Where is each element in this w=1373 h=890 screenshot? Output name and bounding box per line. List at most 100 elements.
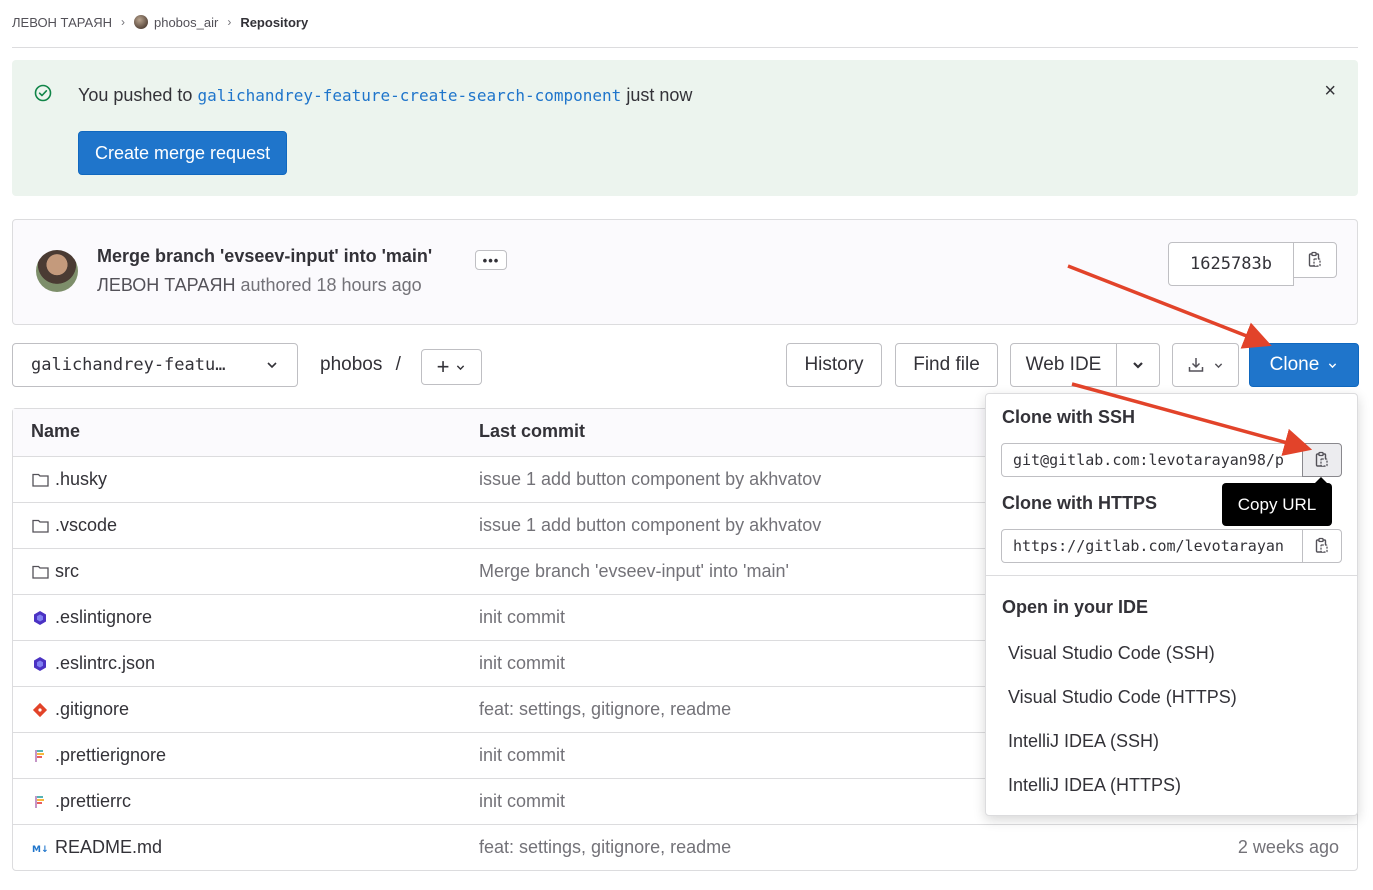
prettier-icon bbox=[31, 747, 49, 765]
folder-icon bbox=[31, 563, 49, 581]
project-avatar bbox=[133, 15, 148, 29]
last-commit-cell[interactable]: init commit bbox=[479, 607, 565, 628]
copy-icon bbox=[1315, 537, 1328, 553]
file-name[interactable]: .husky bbox=[55, 469, 107, 490]
chevron-down-icon bbox=[267, 362, 277, 369]
ide-item-intellij-ssh[interactable]: IntelliJ IDEA (SSH) bbox=[1008, 731, 1159, 752]
commit-author[interactable]: ЛЕВОН ТАРАЯН bbox=[97, 275, 235, 295]
commit-title[interactable]: Merge branch 'evseev-input' into 'main' bbox=[97, 246, 432, 267]
file-name-cell[interactable]: .husky bbox=[31, 469, 107, 490]
chevron-right-icon: › bbox=[120, 15, 125, 29]
chevron-down-icon bbox=[1133, 362, 1143, 369]
https-url-field[interactable]: https://gitlab.com/levotarayan bbox=[1001, 529, 1303, 563]
eslint-icon bbox=[31, 655, 49, 673]
add-to-tree-button[interactable]: + bbox=[421, 349, 482, 385]
copy-ssh-url-button[interactable] bbox=[1302, 443, 1342, 477]
file-name[interactable]: .prettierrc bbox=[55, 791, 131, 812]
ide-item-vscode-ssh[interactable]: Visual Studio Code (SSH) bbox=[1008, 643, 1215, 664]
file-name[interactable]: .gitignore bbox=[55, 699, 129, 720]
last-commit-cell[interactable]: init commit bbox=[479, 653, 565, 674]
create-merge-request-button[interactable]: Create merge request bbox=[78, 131, 288, 175]
divider bbox=[12, 47, 1358, 48]
file-name-cell[interactable]: M↓ README.md bbox=[31, 837, 162, 858]
web-ide-options-button[interactable] bbox=[1116, 343, 1160, 387]
file-name-cell[interactable]: .gitignore bbox=[31, 699, 129, 720]
prettier-icon bbox=[31, 793, 49, 811]
file-name-cell[interactable]: .prettierignore bbox=[31, 745, 166, 766]
last-commit-cell[interactable]: Merge branch 'evseev-input' into 'main' bbox=[479, 561, 789, 582]
plus-icon: + bbox=[436, 354, 450, 379]
column-header-last-commit: Last commit bbox=[479, 421, 586, 441]
file-name-cell[interactable]: .eslintignore bbox=[31, 607, 152, 628]
copy-url-tooltip: Copy URL bbox=[1222, 477, 1332, 526]
pushed-branch-link[interactable]: galichandrey-feature-create-search-compo… bbox=[197, 86, 621, 105]
markdown-icon: M↓ bbox=[31, 839, 49, 857]
breadcrumb-current[interactable]: Repository bbox=[240, 15, 308, 30]
push-alert: You pushed to galichandrey-feature-creat… bbox=[12, 60, 1358, 196]
push-message: You pushed to galichandrey-feature-creat… bbox=[78, 85, 692, 106]
ssh-url-field[interactable]: git@gitlab.com:levotarayan98/p bbox=[1001, 443, 1303, 477]
file-name[interactable]: README.md bbox=[55, 837, 162, 858]
clone-dropdown: Clone with SSH git@gitlab.com:levotaraya… bbox=[985, 393, 1358, 816]
breadcrumb-owner[interactable]: ЛЕВОН ТАРАЯН bbox=[12, 15, 112, 30]
copy-sha-button[interactable] bbox=[1293, 242, 1337, 278]
file-name-cell[interactable]: .eslintrc.json bbox=[31, 653, 155, 674]
clone-button-label: Clone bbox=[1269, 354, 1320, 375]
last-commit-cell[interactable]: init commit bbox=[479, 791, 565, 812]
download-icon bbox=[1188, 358, 1204, 372]
commit-authored-time: authored 18 hours ago bbox=[240, 275, 422, 295]
copy-icon bbox=[1308, 251, 1321, 267]
push-prefix: You pushed to bbox=[78, 85, 193, 105]
file-name-cell[interactable]: .prettierrc bbox=[31, 791, 131, 812]
column-header-name: Name bbox=[31, 421, 81, 441]
open-in-ide-heading: Open in your IDE bbox=[1002, 597, 1149, 617]
folder-icon bbox=[31, 471, 49, 489]
file-name[interactable]: src bbox=[55, 561, 79, 582]
chevron-right-icon: › bbox=[227, 15, 232, 29]
file-name[interactable]: .prettierignore bbox=[55, 745, 166, 766]
download-button[interactable] bbox=[1172, 343, 1239, 387]
chevron-down-icon bbox=[1329, 362, 1337, 368]
file-name-cell[interactable]: .vscode bbox=[31, 515, 117, 536]
web-ide-button[interactable]: Web IDE bbox=[1010, 343, 1117, 387]
eslint-icon bbox=[31, 609, 49, 627]
file-name-cell[interactable]: src bbox=[31, 561, 79, 582]
close-icon[interactable]: × bbox=[1324, 80, 1336, 103]
dropdown-divider bbox=[986, 575, 1357, 576]
path-separator: / bbox=[395, 354, 401, 375]
last-commit-cell[interactable]: feat: settings, gitignore, readme bbox=[479, 837, 731, 858]
branch-selector[interactable]: galichandrey-featu… bbox=[12, 343, 298, 387]
git-icon bbox=[31, 701, 49, 719]
history-button[interactable]: History bbox=[786, 343, 882, 387]
copy-icon bbox=[1315, 451, 1328, 467]
commit-expand-button[interactable]: ••• bbox=[475, 250, 507, 270]
table-row[interactable]: M↓ README.md feat: settings, gitignore, re… bbox=[13, 824, 1357, 870]
repo-path-root[interactable]: phobos bbox=[320, 354, 382, 375]
ide-item-vscode-https[interactable]: Visual Studio Code (HTTPS) bbox=[1008, 687, 1237, 708]
push-suffix: just now bbox=[626, 85, 693, 105]
svg-text:M↓: M↓ bbox=[32, 845, 48, 854]
file-name[interactable]: .eslintrc.json bbox=[55, 653, 155, 674]
clone-https-heading: Clone with HTTPS bbox=[1002, 493, 1157, 513]
last-commit-cell[interactable]: issue 1 add button component by akhvatov bbox=[479, 469, 821, 490]
commit-author-line: ЛЕВОН ТАРАЯН authored 18 hours ago bbox=[97, 275, 422, 296]
last-commit-cell[interactable]: init commit bbox=[479, 745, 565, 766]
ide-item-intellij-https[interactable]: IntelliJ IDEA (HTTPS) bbox=[1008, 775, 1181, 796]
chevron-down-icon bbox=[1214, 362, 1223, 368]
last-update-cell: 2 weeks ago bbox=[1237, 837, 1339, 857]
file-name[interactable]: .eslintignore bbox=[55, 607, 152, 628]
breadcrumb-project[interactable]: phobos_air bbox=[154, 15, 218, 30]
clone-button[interactable]: Clone bbox=[1249, 343, 1359, 387]
commit-sha[interactable]: 1625783b bbox=[1168, 242, 1294, 286]
file-name[interactable]: .vscode bbox=[55, 515, 117, 536]
check-circle-icon bbox=[34, 84, 52, 102]
copy-https-url-button[interactable] bbox=[1302, 529, 1342, 563]
find-file-button[interactable]: Find file bbox=[895, 343, 998, 387]
breadcrumb: ЛЕВОН ТАРАЯН › phobos_air › Repository bbox=[12, 12, 308, 32]
author-avatar[interactable] bbox=[36, 250, 78, 292]
folder-icon bbox=[31, 517, 49, 535]
last-commit-cell[interactable]: issue 1 add button component by akhvatov bbox=[479, 515, 821, 536]
repo-path: phobos / bbox=[320, 354, 401, 376]
clone-ssh-heading: Clone with SSH bbox=[1002, 407, 1136, 427]
last-commit-cell[interactable]: feat: settings, gitignore, readme bbox=[479, 699, 731, 720]
